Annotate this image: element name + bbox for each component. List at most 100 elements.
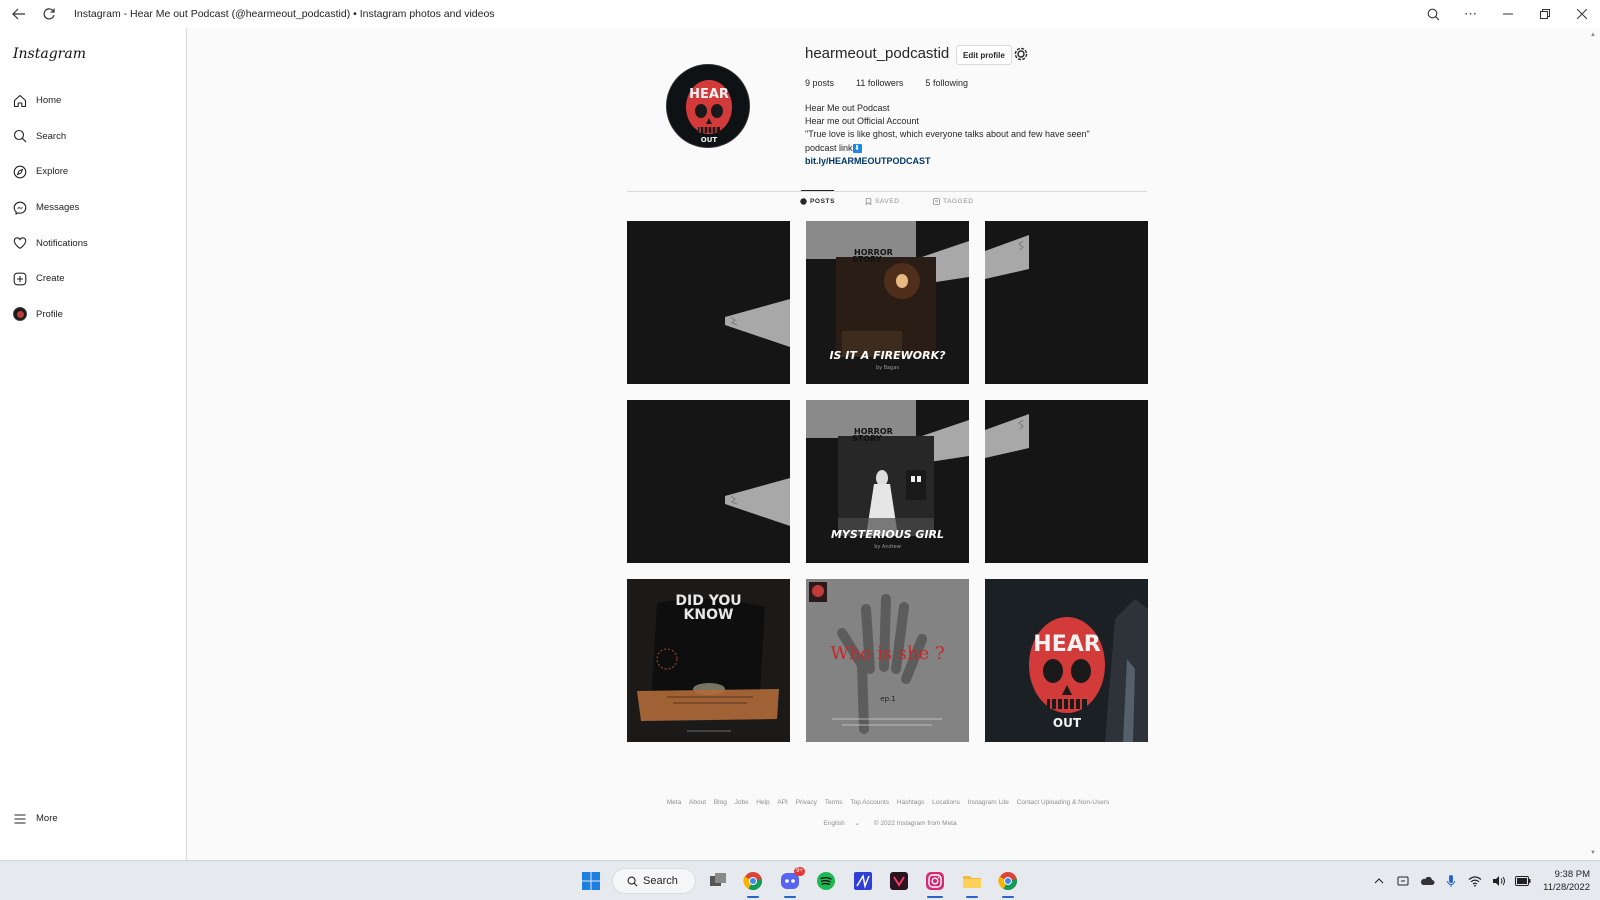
- sidebar-item-home[interactable]: Home: [0, 83, 187, 119]
- minimize-icon[interactable]: [1489, 0, 1526, 28]
- close-icon[interactable]: [1563, 0, 1600, 28]
- post-thumbnail[interactable]: HEAR OUT: [985, 579, 1148, 742]
- onedrive-cloud-icon[interactable]: [1417, 871, 1437, 891]
- bio-quote: "True love is like ghost, which everyone…: [805, 129, 1090, 140]
- chevron-down-icon: ⌄: [854, 820, 860, 827]
- footer-link[interactable]: Jobs: [735, 799, 749, 806]
- footer-link[interactable]: Top Accounts: [850, 799, 889, 806]
- video-app-icon[interactable]: [888, 870, 910, 892]
- system-tray: 9:38 PM 11/28/2022: [1367, 861, 1600, 900]
- refresh-icon[interactable]: [34, 0, 64, 28]
- footer-link[interactable]: API: [777, 799, 787, 806]
- post-thumbnail[interactable]: [627, 400, 790, 563]
- language-select[interactable]: English ⌄: [819, 820, 864, 827]
- active-tab-indicator: [801, 190, 834, 191]
- post-thumbnail[interactable]: HORROR STORY MYSTERIOUS GIRL by Andrew: [806, 400, 969, 563]
- footer-link[interactable]: Terms: [825, 799, 843, 806]
- post-thumbnail[interactable]: Who is she ? ep.1: [806, 579, 969, 742]
- home-icon: [13, 94, 27, 108]
- footer-link[interactable]: Contact Uploading & Non-Users: [1017, 799, 1110, 806]
- taskbar-search[interactable]: Search: [612, 868, 696, 894]
- sidebar-item-create[interactable]: Create: [0, 261, 187, 297]
- sidebar-item-more[interactable]: More: [0, 801, 187, 837]
- restore-icon[interactable]: [1526, 0, 1563, 28]
- microphone-icon[interactable]: [1441, 871, 1461, 891]
- editor-app-icon[interactable]: [852, 870, 874, 892]
- post-thumbnail[interactable]: [627, 221, 790, 384]
- post-title: IS IT A FIREWORK?: [829, 349, 946, 362]
- sidebar-item-profile[interactable]: Profile: [0, 297, 187, 333]
- post-thumbnail[interactable]: DID YOU KNOW: [627, 579, 790, 742]
- settings-gear-icon[interactable]: [1013, 46, 1029, 62]
- sidebar-item-notifications[interactable]: Notifications: [0, 225, 187, 261]
- footer-link[interactable]: Locations: [932, 799, 960, 806]
- footer-link[interactable]: Privacy: [796, 799, 817, 806]
- tab-saved[interactable]: SAVED: [865, 198, 900, 206]
- window-titlebar: Instagram - Hear Me out Podcast (@hearme…: [0, 0, 1600, 28]
- wifi-icon[interactable]: [1465, 871, 1485, 891]
- vertical-scrollbar[interactable]: ▲ ▼: [1588, 28, 1600, 860]
- sync-icon[interactable]: [1393, 871, 1413, 891]
- profile-username: hearmeout_podcastid: [805, 45, 950, 62]
- sidebar-item-explore[interactable]: Explore: [0, 154, 187, 190]
- avatar-icon: [13, 307, 27, 322]
- spotify-icon[interactable]: [815, 870, 837, 892]
- file-explorer-icon[interactable]: [961, 870, 983, 898]
- app-running-indicator: [1002, 896, 1014, 898]
- footer-link[interactable]: Help: [756, 799, 769, 806]
- bio-name: Hear Me out Podcast: [805, 103, 890, 113]
- sidebar-item-search[interactable]: Search: [0, 119, 187, 155]
- post-thumbnail[interactable]: [985, 221, 1148, 384]
- zoom-icon[interactable]: [1415, 0, 1452, 28]
- tab-posts[interactable]: POSTS: [800, 198, 835, 205]
- post-episode: ep.1: [880, 695, 895, 703]
- sidebar-item-messages[interactable]: Messages: [0, 190, 187, 226]
- edit-profile-button[interactable]: Edit profile: [956, 45, 1012, 65]
- sidebar-item-label: Notifications: [36, 237, 88, 249]
- footer-link[interactable]: Meta: [667, 799, 681, 806]
- scroll-down-arrow-icon[interactable]: ▼: [1590, 850, 1596, 856]
- battery-icon[interactable]: [1513, 871, 1533, 891]
- tab-tagged[interactable]: TAGGED: [933, 198, 974, 205]
- taskbar-clock[interactable]: 9:38 PM 11/28/2022: [1543, 868, 1590, 894]
- tag-person-icon: [933, 198, 940, 205]
- logo-text: OUT: [1053, 716, 1082, 730]
- back-arrow-icon[interactable]: [4, 0, 34, 28]
- svg-text:STORY: STORY: [852, 255, 882, 264]
- footer-link[interactable]: Hashtags: [897, 799, 924, 806]
- windows-start-icon[interactable]: [580, 870, 602, 892]
- chrome-icon[interactable]: [742, 870, 764, 898]
- more-options-icon[interactable]: ⋯: [1452, 0, 1489, 28]
- sidebar-item-label: Explore: [36, 166, 69, 178]
- followers-count-stat[interactable]: 11 followers: [856, 78, 903, 88]
- app-running-indicator: [966, 896, 978, 898]
- volume-icon[interactable]: [1489, 871, 1509, 891]
- following-count-stat[interactable]: 5 following: [925, 78, 968, 88]
- sidebar-item-label: Create: [36, 273, 65, 285]
- discord-icon[interactable]: 9+: [779, 867, 805, 898]
- post-title: KNOW: [684, 607, 734, 623]
- svg-text:STORY: STORY: [852, 434, 882, 443]
- scroll-up-arrow-icon[interactable]: ▲: [1590, 32, 1596, 38]
- footer-link[interactable]: Blog: [714, 799, 727, 806]
- chrome-profile-icon[interactable]: [997, 870, 1019, 898]
- footer-link[interactable]: Instagram Lite: [968, 799, 1009, 806]
- sidebar-item-label: Messages: [36, 202, 80, 214]
- clock-time: 9:38 PM: [1554, 869, 1590, 880]
- instagram-app-icon[interactable]: [924, 870, 946, 898]
- bio-line: Hear me out Official Account: [805, 116, 919, 127]
- post-thumbnail[interactable]: [985, 400, 1148, 563]
- window-title: Instagram - Hear Me out Podcast (@hearme…: [74, 8, 495, 20]
- bio-link[interactable]: bit.ly/HEARMEOUTPODCAST: [805, 155, 1090, 168]
- task-view-icon[interactable]: [707, 870, 729, 892]
- profile-stats: 9 posts 11 followers 5 following: [805, 78, 990, 88]
- instagram-logo[interactable]: Instagram: [13, 46, 86, 62]
- profile-main: HEAR OUT hearmeout_podcastid Edit profil…: [188, 28, 1588, 860]
- profile-avatar[interactable]: HEAR OUT: [666, 64, 750, 148]
- sidebar-item-label: More: [36, 813, 58, 825]
- profile-divider: [627, 191, 1147, 192]
- chevron-up-icon[interactable]: [1369, 871, 1389, 891]
- post-thumbnail[interactable]: HORROR STORY IS IT A FIREWORK? by Bagas: [806, 221, 969, 384]
- footer-link[interactable]: About: [689, 799, 706, 806]
- app-running-indicator: [747, 896, 759, 898]
